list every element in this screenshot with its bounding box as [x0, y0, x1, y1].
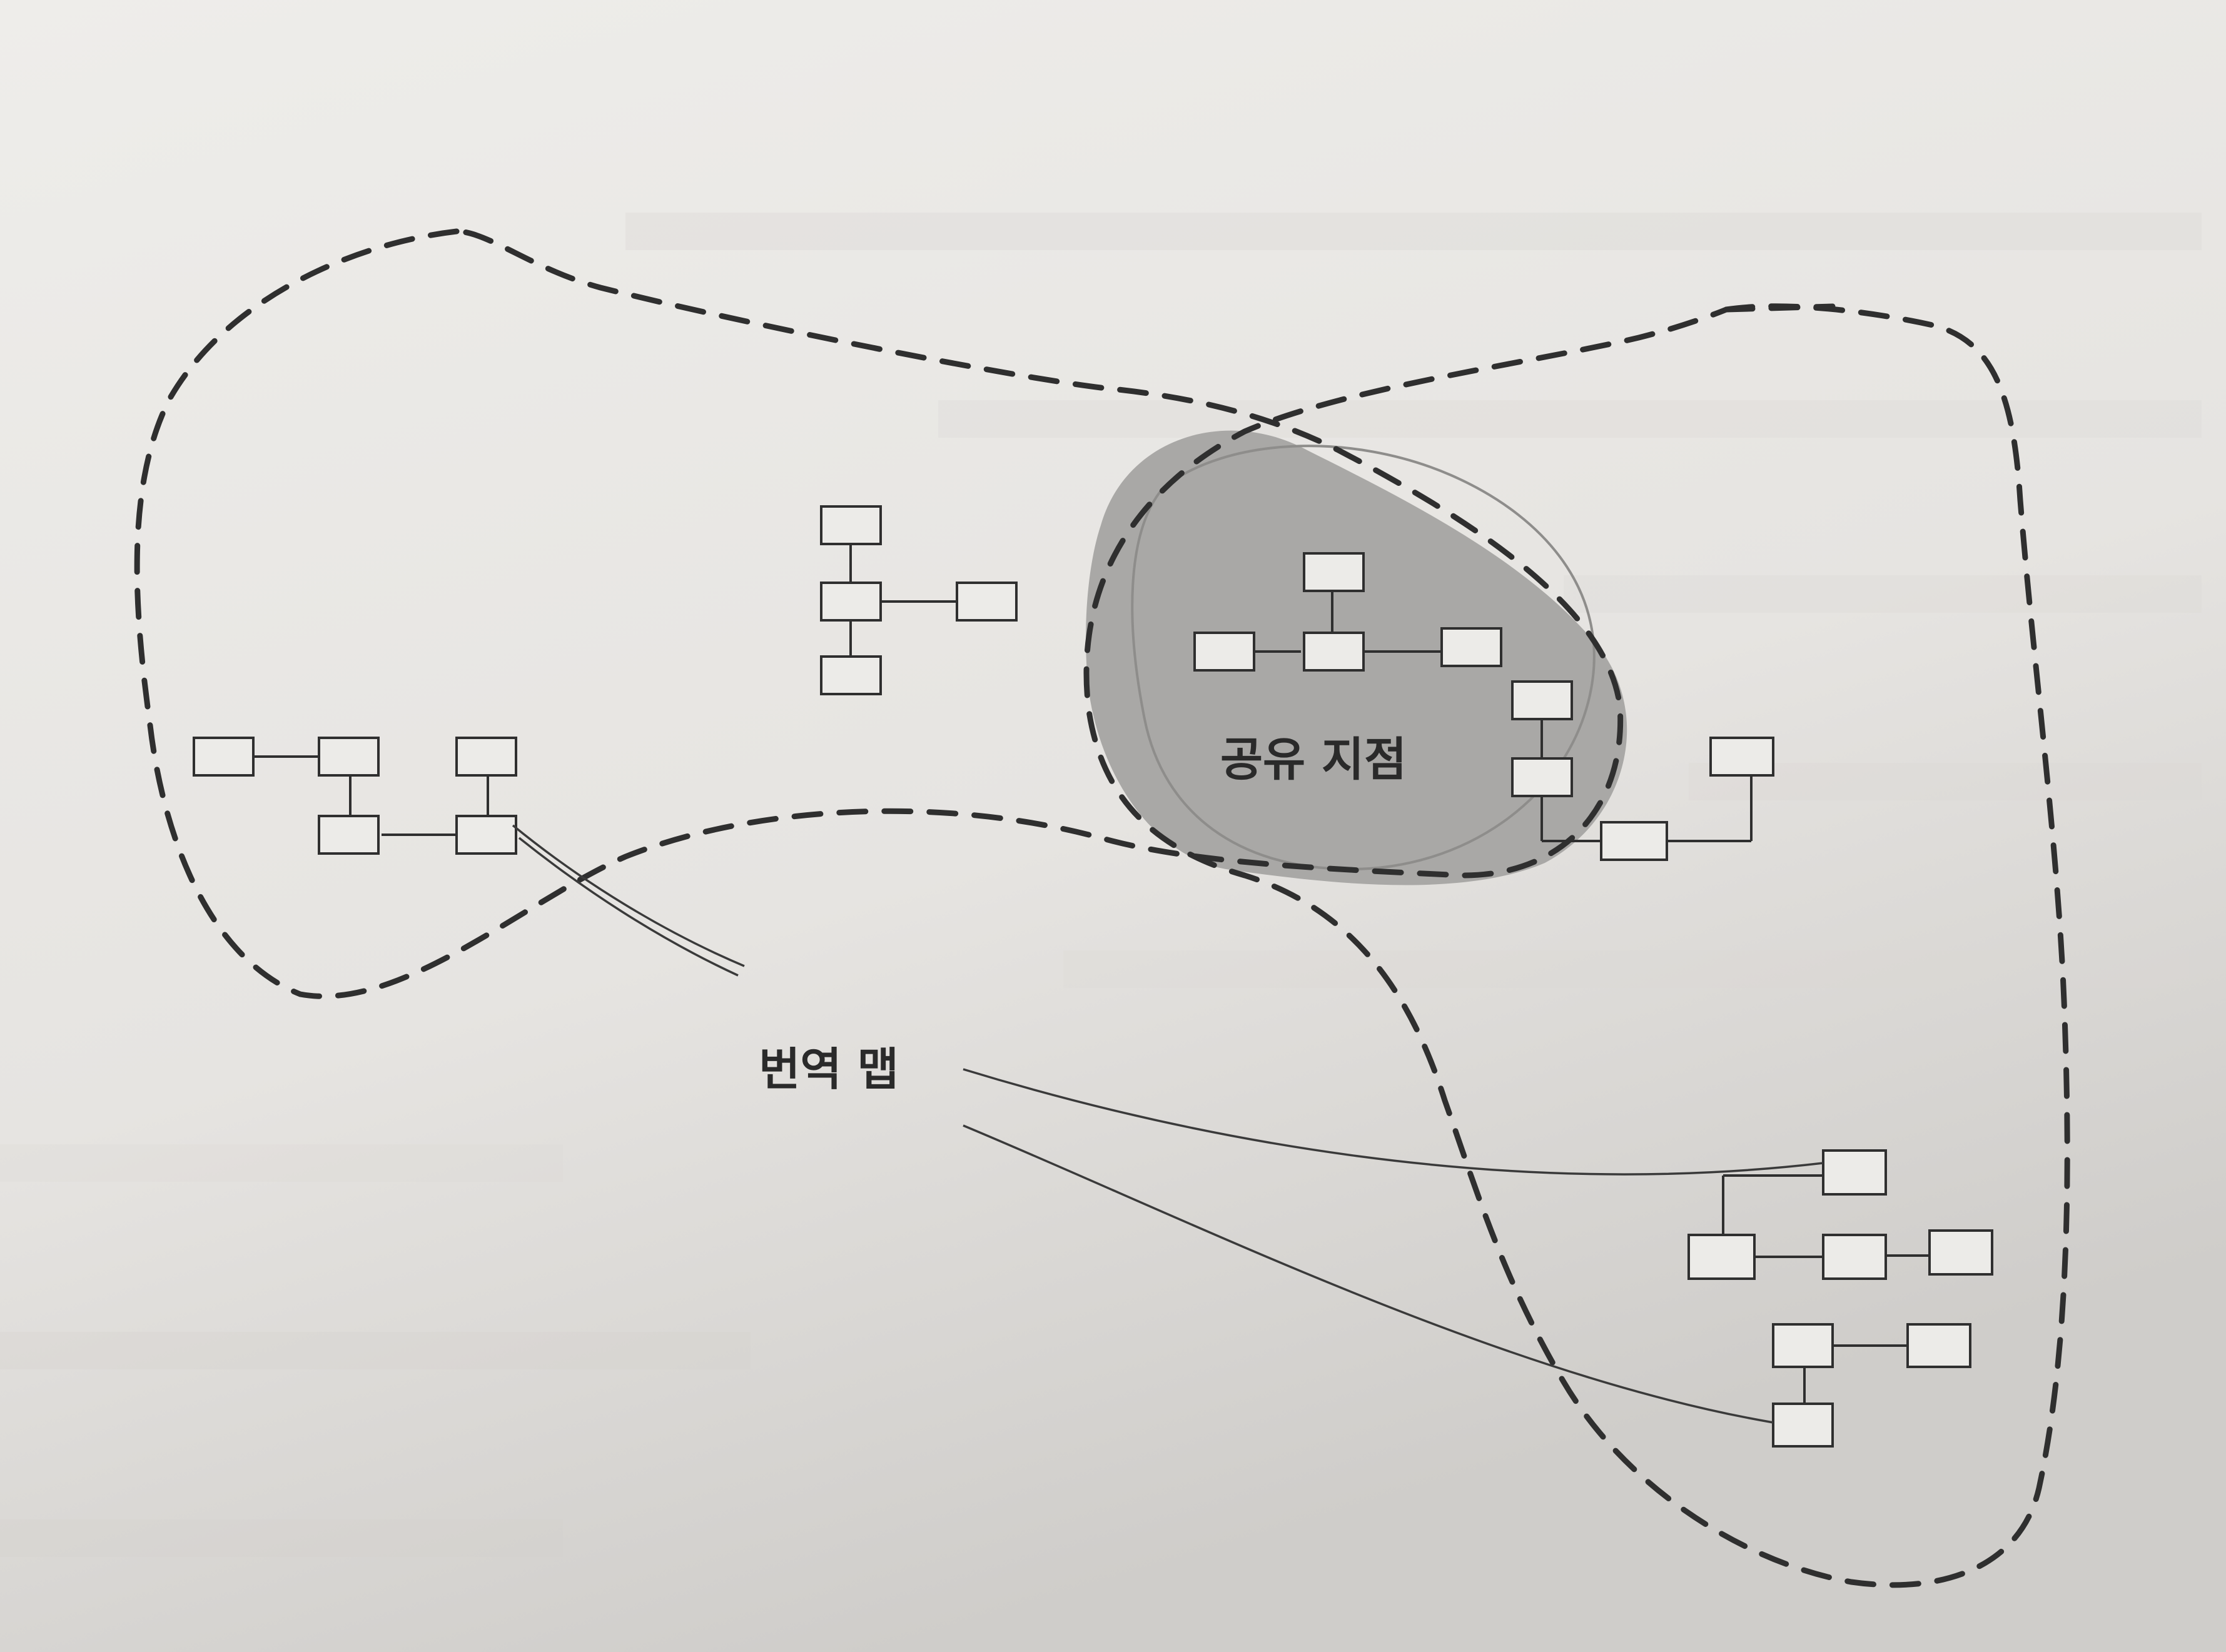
diagram-canvas: 공유 지점 번역 맵	[0, 0, 2226, 1652]
shared-kernel-label: 공유 지점	[1220, 733, 1407, 787]
boundary-overlap-stroke	[1723, 303, 1836, 313]
translation-map-label: 번역 맵	[759, 1043, 899, 1095]
